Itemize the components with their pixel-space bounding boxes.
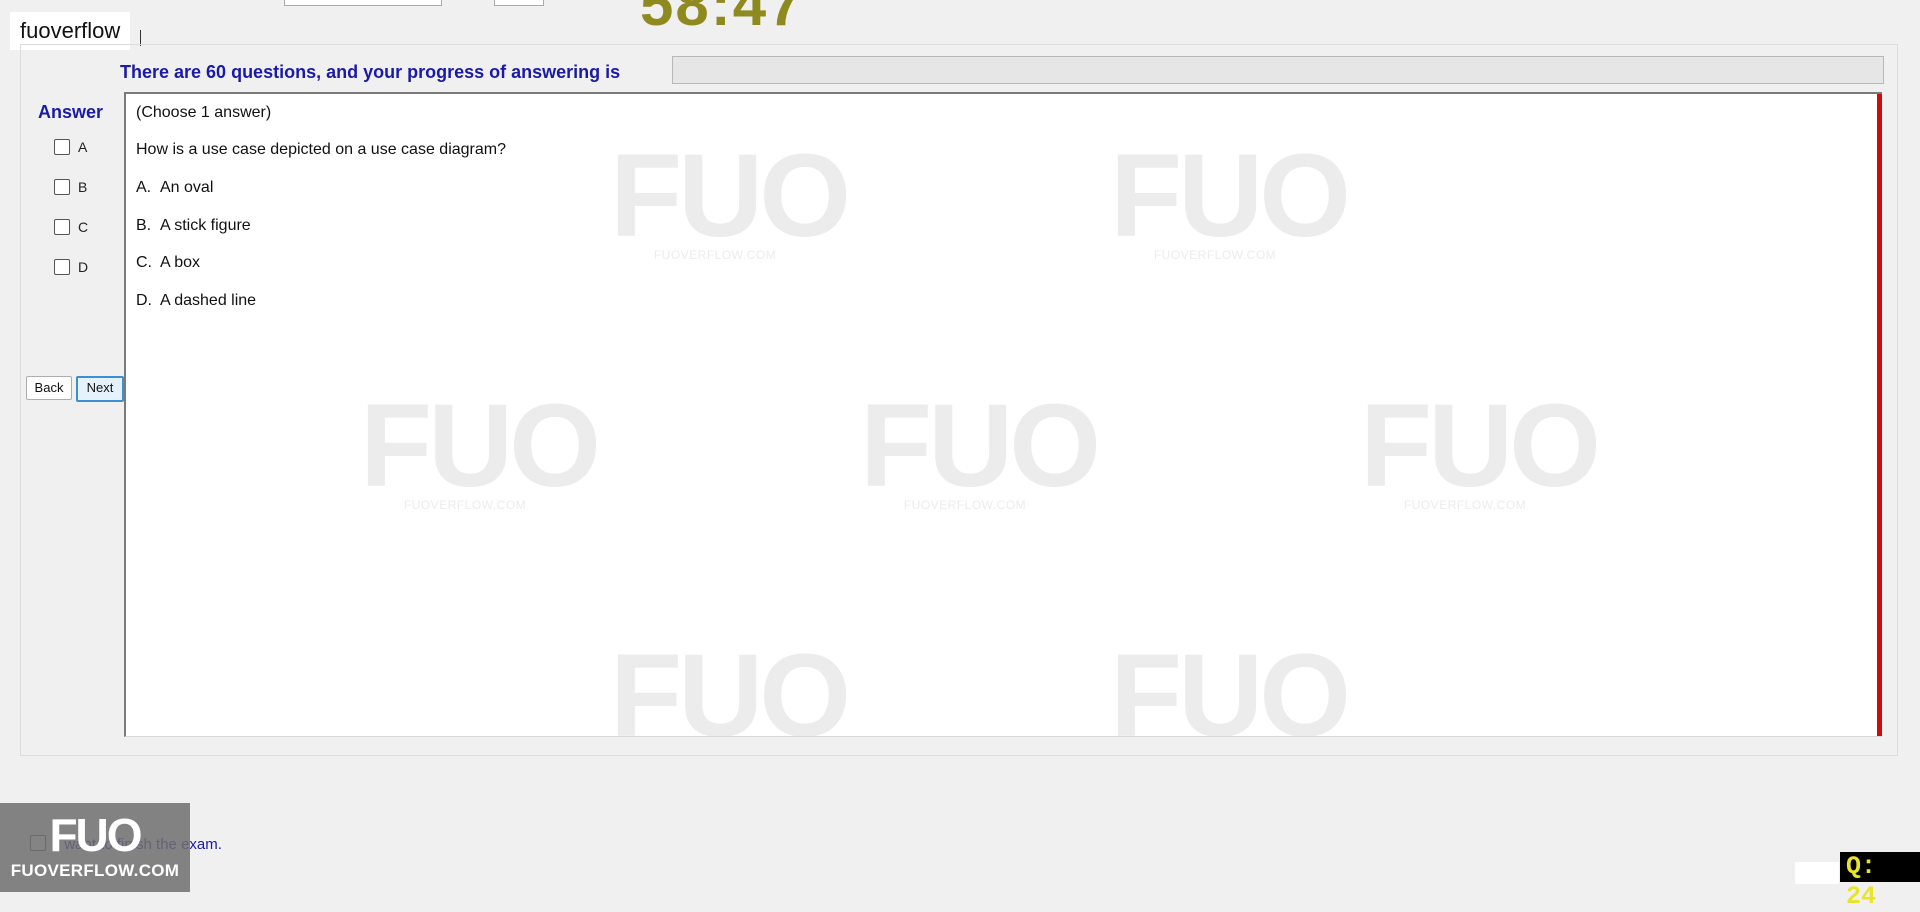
- exam-timer: 58:47: [640, 0, 804, 38]
- red-scroll-indicator: [1877, 94, 1882, 736]
- watermark: FUOFUOVERFLOW.COM: [1360, 380, 1601, 512]
- answer-b-checkbox[interactable]: [54, 179, 70, 195]
- back-button[interactable]: Back: [26, 376, 72, 400]
- choice-b-text: A stick figure: [160, 217, 251, 234]
- answer-option-d[interactable]: D: [54, 259, 88, 275]
- watermark: FUOFUOVERFLOW.COM: [1110, 630, 1351, 737]
- question-instruction: (Choose 1 answer): [136, 104, 272, 121]
- question-panel: FUO FUOVERFLOW.COM FUO FUOVERFLOW.COM FUO F…: [124, 92, 1882, 737]
- counter-backdrop: [1795, 862, 1839, 884]
- watermark: FUOFUOVERFLOW.COM: [610, 630, 851, 737]
- answer-b-label: B: [78, 179, 88, 195]
- choice-a-letter: A.: [136, 179, 152, 196]
- progress-label: There are 60 questions, and your progres…: [120, 62, 621, 82]
- logo-url: FUOVERFLOW.COM: [10, 861, 180, 880]
- answer-option-c[interactable]: C: [54, 219, 88, 235]
- choice-d-text: A dashed line: [160, 292, 257, 309]
- choice-c-text: A box: [160, 254, 201, 271]
- answer-title: Answer: [38, 102, 104, 122]
- question-counter: Q: 24: [1840, 852, 1920, 911]
- choice-c-letter: C.: [136, 254, 152, 271]
- answer-option-b[interactable]: B: [54, 179, 87, 195]
- logo-mark: FUO: [49, 809, 142, 861]
- choice-d: D. A dashed line: [136, 292, 256, 310]
- choice-a: A. An oval: [136, 179, 213, 197]
- choice-b: B. A stick figure: [136, 217, 251, 235]
- watermark: FUOFUOVERFLOW.COM: [860, 380, 1101, 512]
- answer-c-checkbox[interactable]: [54, 219, 70, 235]
- fuoverflow-logo: FUO FUOVERFLOW.COM: [0, 803, 190, 892]
- answer-d-checkbox[interactable]: [54, 259, 70, 275]
- watermark: FUOFUOVERFLOW.COM: [1110, 130, 1351, 262]
- answer-a-label: A: [78, 139, 88, 155]
- watermark: FUOFUOVERFLOW.COM: [360, 380, 601, 512]
- choice-c: C. A box: [136, 254, 200, 272]
- progress-bar: [672, 56, 1884, 84]
- choice-b-letter: B.: [136, 217, 152, 234]
- answer-a-checkbox[interactable]: [54, 139, 70, 155]
- answer-option-a[interactable]: A: [54, 139, 87, 155]
- answer-c-label: C: [78, 219, 89, 235]
- choice-d-letter: D.: [136, 292, 152, 309]
- question-text: How is a use case depicted on a use case…: [136, 141, 506, 158]
- top-field-2[interactable]: [494, 0, 544, 6]
- next-button[interactable]: Next: [76, 376, 124, 402]
- choice-a-text: An oval: [160, 179, 214, 196]
- answer-d-label: D: [78, 259, 89, 275]
- top-field-1[interactable]: [284, 0, 442, 6]
- watermark: FUOFUOVERFLOW.COM: [610, 130, 851, 262]
